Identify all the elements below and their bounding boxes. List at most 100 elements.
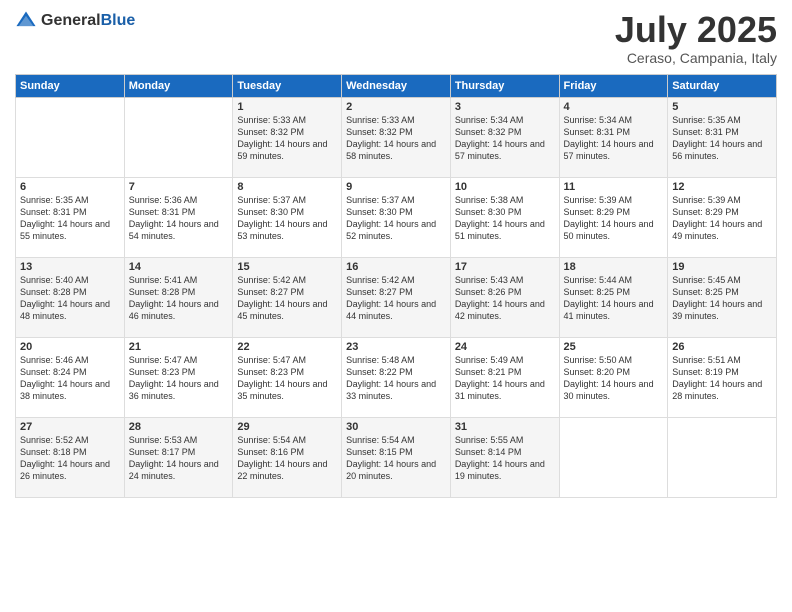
day-number: 8: [237, 181, 337, 193]
calendar-cell: [668, 417, 777, 497]
day-number: 21: [129, 341, 229, 353]
cell-info: Sunrise: 5:50 AMSunset: 8:20 PMDaylight:…: [564, 355, 654, 401]
day-number: 29: [237, 421, 337, 433]
day-number: 16: [346, 261, 446, 273]
title-block: July 2025 Ceraso, Campania, Italy: [615, 10, 777, 66]
calendar-cell: [16, 97, 125, 177]
logo: GeneralBlue: [15, 10, 135, 32]
cell-info: Sunrise: 5:45 AMSunset: 8:25 PMDaylight:…: [672, 275, 762, 321]
header-wednesday: Wednesday: [342, 74, 451, 97]
day-number: 23: [346, 341, 446, 353]
cell-info: Sunrise: 5:47 AMSunset: 8:23 PMDaylight:…: [237, 355, 327, 401]
cell-info: Sunrise: 5:41 AMSunset: 8:28 PMDaylight:…: [129, 275, 219, 321]
calendar-cell: 23 Sunrise: 5:48 AMSunset: 8:22 PMDayligh…: [342, 337, 451, 417]
calendar-cell: 19 Sunrise: 5:45 AMSunset: 8:25 PMDayligh…: [668, 257, 777, 337]
cell-info: Sunrise: 5:52 AMSunset: 8:18 PMDaylight:…: [20, 435, 110, 481]
cell-info: Sunrise: 5:37 AMSunset: 8:30 PMDaylight:…: [346, 195, 436, 241]
calendar-cell: [124, 97, 233, 177]
day-number: 4: [564, 101, 664, 113]
calendar-cell: 28 Sunrise: 5:53 AMSunset: 8:17 PMDayligh…: [124, 417, 233, 497]
header-friday: Friday: [559, 74, 668, 97]
cell-info: Sunrise: 5:46 AMSunset: 8:24 PMDaylight:…: [20, 355, 110, 401]
calendar-cell: 7 Sunrise: 5:36 AMSunset: 8:31 PMDaylight…: [124, 177, 233, 257]
logo-blue: Blue: [101, 12, 136, 29]
week-row-5: 27 Sunrise: 5:52 AMSunset: 8:18 PMDayligh…: [16, 417, 777, 497]
calendar-table: Sunday Monday Tuesday Wednesday Thursday…: [15, 74, 777, 498]
header-tuesday: Tuesday: [233, 74, 342, 97]
cell-info: Sunrise: 5:42 AMSunset: 8:27 PMDaylight:…: [237, 275, 327, 321]
week-row-3: 13Sunrise: 5:40 AMSunset: 8:28 PMDayligh…: [16, 257, 777, 337]
cell-info: Sunrise: 5:47 AMSunset: 8:23 PMDaylight:…: [129, 355, 219, 401]
calendar-cell: 11 Sunrise: 5:39 AMSunset: 8:29 PMDayligh…: [559, 177, 668, 257]
cell-info: Sunrise: 5:48 AMSunset: 8:22 PMDaylight:…: [346, 355, 436, 401]
calendar-cell: 27 Sunrise: 5:52 AMSunset: 8:18 PMDayligh…: [16, 417, 125, 497]
day-number: 20: [20, 341, 120, 353]
cell-info: Sunrise: 5:54 AMSunset: 8:15 PMDaylight:…: [346, 435, 436, 481]
day-number: 30: [346, 421, 446, 433]
calendar-cell: 5 Sunrise: 5:35 AMSunset: 8:31 PMDaylight…: [668, 97, 777, 177]
day-number: 10: [455, 181, 555, 193]
calendar-cell: 10Sunrise: 5:38 AMSunset: 8:30 PMDayligh…: [450, 177, 559, 257]
calendar-cell: 20 Sunrise: 5:46 AMSunset: 8:24 PMDayligh…: [16, 337, 125, 417]
calendar-cell: 3 Sunrise: 5:34 AMSunset: 8:32 PMDaylight…: [450, 97, 559, 177]
calendar-cell: [559, 417, 668, 497]
day-number: 28: [129, 421, 229, 433]
day-number: 12: [672, 181, 772, 193]
cell-info: Sunrise: 5:53 AMSunset: 8:17 PMDaylight:…: [129, 435, 219, 481]
month-title: July 2025: [615, 10, 777, 50]
cell-info: Sunrise: 5:42 AMSunset: 8:27 PMDaylight:…: [346, 275, 436, 321]
calendar-cell: 31 Sunrise: 5:55 AMSunset: 8:14 PMDayligh…: [450, 417, 559, 497]
day-number: 7: [129, 181, 229, 193]
cell-info: Sunrise: 5:33 AMSunset: 8:32 PMDaylight:…: [237, 115, 327, 161]
cell-info: Sunrise: 5:39 AMSunset: 8:29 PMDaylight:…: [672, 195, 762, 241]
cell-info: Sunrise: 5:39 AMSunset: 8:29 PMDaylight:…: [564, 195, 654, 241]
day-number: 31: [455, 421, 555, 433]
cell-info: Sunrise: 5:49 AMSunset: 8:21 PMDaylight:…: [455, 355, 545, 401]
day-number: 9: [346, 181, 446, 193]
cell-info: Sunrise: 5:34 AMSunset: 8:31 PMDaylight:…: [564, 115, 654, 161]
day-number: 25: [564, 341, 664, 353]
day-number: 11: [564, 181, 664, 193]
week-row-2: 6 Sunrise: 5:35 AMSunset: 8:31 PMDaylight…: [16, 177, 777, 257]
day-number: 5: [672, 101, 772, 113]
day-number: 27: [20, 421, 120, 433]
calendar-cell: 15 Sunrise: 5:42 AMSunset: 8:27 PMDayligh…: [233, 257, 342, 337]
cell-info: Sunrise: 5:43 AMSunset: 8:26 PMDaylight:…: [455, 275, 545, 321]
day-number: 15: [237, 261, 337, 273]
cell-info: Sunrise: 5:35 AMSunset: 8:31 PMDaylight:…: [672, 115, 762, 161]
cell-info: Sunrise: 5:55 AMSunset: 8:14 PMDaylight:…: [455, 435, 545, 481]
cell-info: Sunrise: 5:54 AMSunset: 8:16 PMDaylight:…: [237, 435, 327, 481]
cell-info: Sunrise: 5:34 AMSunset: 8:32 PMDaylight:…: [455, 115, 545, 161]
header-saturday: Saturday: [668, 74, 777, 97]
logo-text: GeneralBlue: [41, 12, 135, 30]
calendar-cell: 26Sunrise: 5:51 AMSunset: 8:19 PMDayligh…: [668, 337, 777, 417]
cell-info: Sunrise: 5:35 AMSunset: 8:31 PMDaylight:…: [20, 195, 110, 241]
calendar-cell: 1 Sunrise: 5:33 AMSunset: 8:32 PMDaylight…: [233, 97, 342, 177]
day-number: 1: [237, 101, 337, 113]
header-thursday: Thursday: [450, 74, 559, 97]
day-number: 14: [129, 261, 229, 273]
day-number: 19: [672, 261, 772, 273]
day-number: 24: [455, 341, 555, 353]
cell-info: Sunrise: 5:36 AMSunset: 8:31 PMDaylight:…: [129, 195, 219, 241]
calendar-cell: 12 Sunrise: 5:39 AMSunset: 8:29 PMDayligh…: [668, 177, 777, 257]
day-number: 2: [346, 101, 446, 113]
calendar-cell: 29 Sunrise: 5:54 AMSunset: 8:16 PMDayligh…: [233, 417, 342, 497]
day-number: 6: [20, 181, 120, 193]
calendar-cell: 2Sunrise: 5:33 AMSunset: 8:32 PMDaylight…: [342, 97, 451, 177]
calendar-cell: 14 Sunrise: 5:41 AMSunset: 8:28 PMDayligh…: [124, 257, 233, 337]
location-title: Ceraso, Campania, Italy: [615, 50, 777, 66]
weekday-header-row: Sunday Monday Tuesday Wednesday Thursday…: [16, 74, 777, 97]
calendar-cell: 25 Sunrise: 5:50 AMSunset: 8:20 PMDayligh…: [559, 337, 668, 417]
calendar-cell: 16 Sunrise: 5:42 AMSunset: 8:27 PMDayligh…: [342, 257, 451, 337]
day-number: 13: [20, 261, 120, 273]
day-number: 3: [455, 101, 555, 113]
calendar-cell: 22Sunrise: 5:47 AMSunset: 8:23 PMDayligh…: [233, 337, 342, 417]
calendar-cell: 13Sunrise: 5:40 AMSunset: 8:28 PMDayligh…: [16, 257, 125, 337]
week-row-1: 1 Sunrise: 5:33 AMSunset: 8:32 PMDaylight…: [16, 97, 777, 177]
header-monday: Monday: [124, 74, 233, 97]
day-number: 18: [564, 261, 664, 273]
calendar-cell: 30 Sunrise: 5:54 AMSunset: 8:15 PMDayligh…: [342, 417, 451, 497]
logo-general: General: [41, 12, 101, 29]
day-number: 26: [672, 341, 772, 353]
